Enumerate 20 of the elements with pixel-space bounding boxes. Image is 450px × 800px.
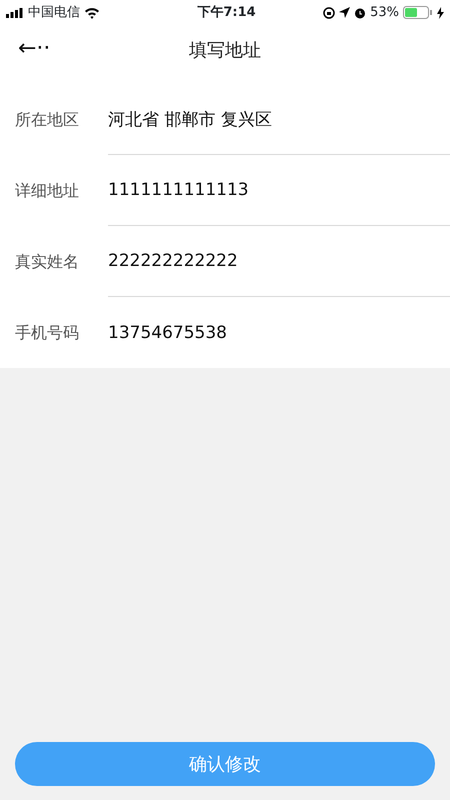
input-field[interactable]: 13754675538 xyxy=(108,297,450,368)
field-label: 手机号码 xyxy=(14,322,80,344)
rotation-lock-icon xyxy=(323,6,336,18)
charging-icon xyxy=(437,6,444,18)
input-field[interactable]: 河北省 邯郸市 复兴区 xyxy=(108,84,450,155)
input-field[interactable]: 222222222222 xyxy=(108,226,450,297)
field-label: 详细地址 xyxy=(14,180,80,202)
field-label: 所在地区 xyxy=(14,108,80,130)
location-icon xyxy=(339,7,350,18)
input-field[interactable]: 1111111111113 xyxy=(108,155,450,226)
wifi-icon xyxy=(84,6,100,18)
battery-icon xyxy=(403,6,433,19)
carrier-name: 中国电信 xyxy=(28,4,80,22)
back-button[interactable]: ←·· xyxy=(14,35,54,63)
clock-time: 下午7:14 xyxy=(197,4,256,22)
field-label: 真实姓名 xyxy=(14,250,80,272)
page-title: 填写地址 xyxy=(189,38,261,62)
battery-percent: 53% xyxy=(370,4,399,22)
signal-icon xyxy=(6,8,24,18)
alarm-icon xyxy=(354,6,366,18)
